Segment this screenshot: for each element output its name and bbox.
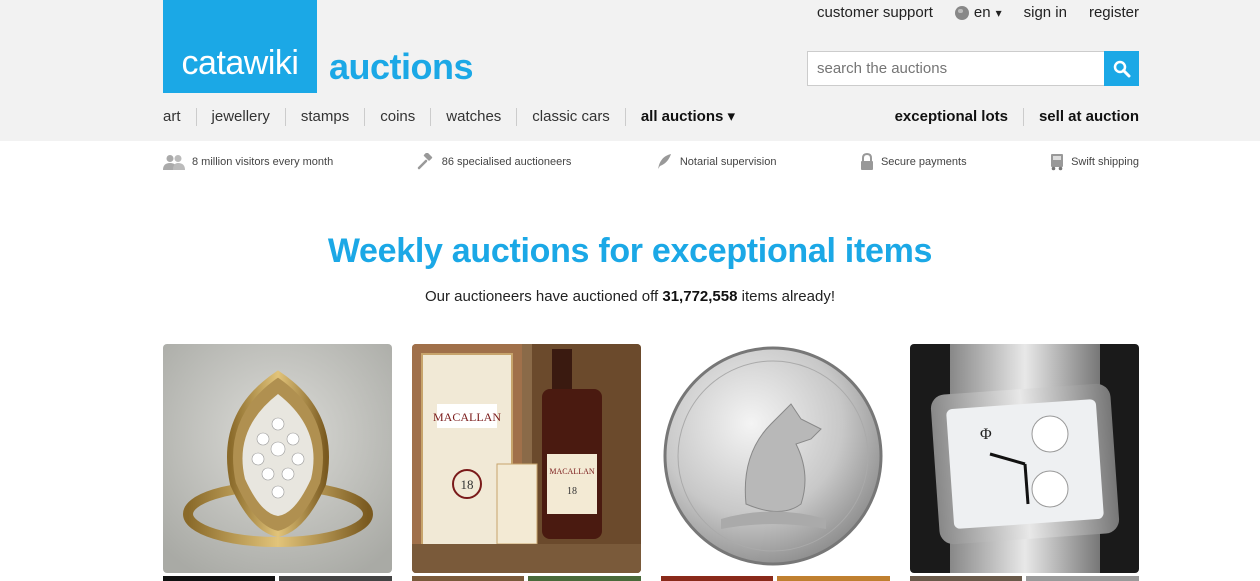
sign-in-link[interactable]: sign in — [1024, 4, 1067, 21]
svg-text:MACALLAN: MACALLAN — [549, 467, 595, 476]
category-jewellery[interactable]: jewellery — [195, 108, 285, 126]
truck-icon — [1051, 154, 1064, 171]
hero-title: Weekly auctions for exceptional items — [327, 232, 933, 270]
category-art[interactable]: art — [163, 108, 196, 126]
hero: Weekly auctions for exceptional items Ou… — [0, 232, 1260, 305]
card-strip — [528, 576, 641, 581]
feature-label: Notarial supervision — [679, 156, 777, 168]
exceptional-lots-link[interactable]: exceptional lots — [895, 108, 1024, 126]
category-watches[interactable]: watches — [430, 108, 516, 126]
category-classic-cars[interactable]: classic cars — [516, 108, 625, 126]
feature-secure-payments: Secure payments — [860, 152, 967, 172]
feature-label: 86 specialised auctioneers — [441, 156, 572, 168]
features-bar: 8 million visitors every month 86 specia… — [163, 152, 1139, 172]
card-strip — [163, 576, 275, 581]
sell-at-auction-link[interactable]: sell at auction — [1024, 108, 1139, 126]
featured-cards: MACALLAN 18 MACALLAN 18 Φ — [163, 344, 1139, 573]
watch-card[interactable]: Φ — [910, 344, 1139, 573]
svg-text:18: 18 — [567, 486, 577, 497]
gavel-icon — [417, 153, 432, 170]
brand-auctions-title[interactable]: auctions — [329, 46, 474, 88]
search-input[interactable] — [807, 51, 1104, 86]
feature-swift-shipping: Swift shipping — [1050, 152, 1139, 172]
hero-subtitle-before: Our auctioneers have auctioned off — [424, 288, 663, 305]
language-selector[interactable]: en ▾ — [954, 4, 1002, 21]
jewellery-ring-card[interactable] — [163, 344, 392, 573]
top-nav: customer support en ▾ sign in register — [817, 4, 1139, 21]
whisky-card[interactable]: MACALLAN 18 MACALLAN 18 — [412, 344, 641, 573]
register-link[interactable]: register — [1089, 4, 1139, 21]
chevron-down-icon: ▾ — [995, 5, 1002, 20]
hero-subtitle-after: items already! — [737, 288, 835, 305]
category-coins[interactable]: coins — [364, 108, 430, 126]
globe-icon — [954, 5, 969, 20]
category-nav: art jewellery stamps coins watches class… — [163, 108, 750, 126]
feature-visitors: 8 million visitors every month — [163, 152, 333, 172]
customer-support-link[interactable]: customer support — [817, 4, 933, 21]
search-button[interactable] — [1104, 51, 1139, 86]
catawiki-logo[interactable]: cata wiki — [163, 0, 317, 93]
card-strip — [1026, 576, 1139, 581]
card-strip — [279, 576, 392, 581]
card-strip — [910, 576, 1022, 581]
silver-coin-card[interactable] — [661, 344, 890, 573]
card-strip — [412, 576, 524, 581]
ring-image — [163, 344, 392, 573]
svg-text:MACALLAN: MACALLAN — [433, 410, 501, 424]
feature-notarial: Notarial supervision — [655, 152, 777, 172]
lock-icon — [860, 153, 873, 170]
watch-image: Φ — [910, 344, 1139, 573]
auctioned-count: 31,772,558 — [662, 288, 738, 305]
hero-subtitle: Our auctioneers have auctioned off 31,77… — [0, 288, 1260, 305]
coin-image — [661, 344, 890, 573]
logo-text-bold: cata — [181, 44, 245, 82]
card-strip — [661, 576, 773, 581]
logo-text-thin: wiki — [243, 44, 299, 82]
card-strip — [777, 576, 890, 581]
right-nav: exceptional lots sell at auction — [895, 108, 1139, 126]
category-stamps[interactable]: stamps — [284, 108, 364, 126]
svg-text:Φ: Φ — [980, 426, 992, 443]
svg-text:18: 18 — [461, 477, 474, 492]
visitors-icon — [163, 155, 185, 170]
search-bar — [807, 51, 1139, 86]
search-icon — [1113, 60, 1130, 77]
feature-label: Secure payments — [880, 156, 967, 168]
whisky-image: MACALLAN 18 MACALLAN 18 — [412, 344, 641, 573]
feature-auctioneers: 86 specialised auctioneers — [417, 152, 572, 172]
feature-label: 8 million visitors every month — [192, 156, 334, 168]
feature-label: Swift shipping — [1071, 156, 1139, 168]
header: cata wiki auctions customer support en ▾ … — [0, 0, 1260, 141]
quill-icon — [657, 154, 671, 169]
category-all-auctions[interactable]: all auctions ▾ — [624, 108, 750, 126]
language-label: en — [973, 4, 991, 21]
